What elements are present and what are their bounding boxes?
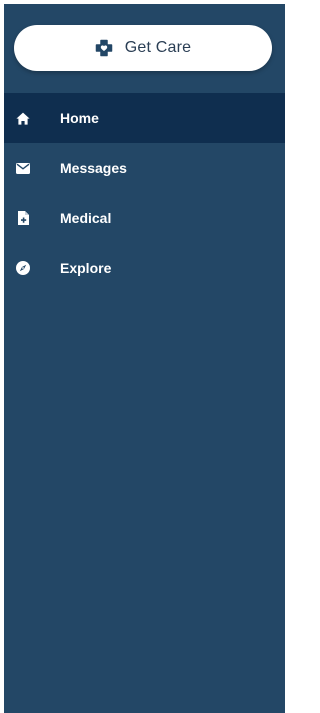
medical-file-icon [16,211,30,225]
envelope-icon [16,161,30,175]
sidebar-item-medical[interactable]: Medical [4,193,285,243]
medical-cross-heart-icon [95,39,113,57]
sidebar-item-explore[interactable]: Explore [4,243,285,293]
sidebar-item-label: Explore [60,260,112,276]
get-care-button[interactable]: Get Care [14,25,272,71]
home-icon [16,111,30,125]
sidebar-item-messages[interactable]: Messages [4,143,285,193]
compass-icon [16,261,30,275]
sidebar-item-label: Messages [60,160,127,176]
sidebar-item-home[interactable]: Home [4,93,285,143]
sidebar-nav: Home Messages Medical Explore [4,93,285,293]
sidebar-item-label: Home [60,110,99,126]
sidebar: Get Care Home Messages Medical Explore [4,4,285,713]
sidebar-item-label: Medical [60,210,112,226]
get-care-label: Get Care [124,39,192,56]
